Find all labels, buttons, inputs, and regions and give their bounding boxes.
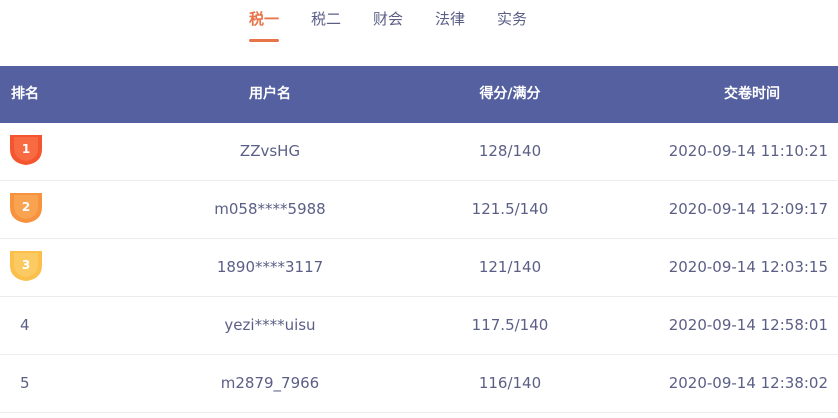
table-row: 4 yezi****uisu 117.5/140 2020-09-14 12:5… (0, 297, 838, 355)
score: 121.5/140 (471, 200, 549, 218)
tab-cai-hui[interactable]: 财会 (373, 8, 403, 30)
submit-time: 2020-09-14 12:03:15 (668, 258, 828, 276)
username: yezi****uisu (224, 316, 316, 334)
score: 128/140 (478, 142, 542, 160)
username: m058****5988 (214, 200, 326, 218)
score: 116/140 (478, 374, 542, 392)
table-row: 5 m2879_7966 116/140 2020-09-14 12:38:02 (0, 355, 838, 413)
medal-rank-number: 2 (21, 200, 31, 214)
medal-icon: 1 (10, 135, 42, 165)
medal-icon: 3 (10, 251, 42, 281)
header-username: 用户名 (249, 86, 291, 102)
header-submit-time: 交卷时间 (724, 86, 780, 102)
table-row: 3 1890****3117 121/140 2020-09-14 12:03:… (0, 239, 838, 297)
username: m2879_7966 (220, 374, 320, 392)
tab-shui-er[interactable]: 税二 (311, 8, 341, 30)
username: 1890****3117 (216, 258, 324, 276)
medal-rank-number: 1 (21, 142, 31, 156)
submit-time: 2020-09-14 12:09:17 (668, 200, 828, 218)
subject-tabs: 税一 税二 财会 法律 实务 (0, 0, 838, 66)
score: 117.5/140 (471, 316, 549, 334)
username: ZZvsHG (239, 142, 301, 160)
medal-icon: 2 (10, 193, 42, 223)
tab-shi-wu[interactable]: 实务 (497, 8, 527, 30)
submit-time: 2020-09-14 12:38:02 (668, 374, 828, 392)
submit-time: 2020-09-14 11:10:21 (668, 142, 828, 160)
rank-number: 4 (20, 316, 30, 334)
score: 121/140 (478, 258, 542, 276)
rank-number: 5 (20, 374, 30, 392)
submit-time: 2020-09-14 12:58:01 (668, 316, 828, 334)
tab-shui-yi[interactable]: 税一 (249, 8, 279, 30)
ranking-table-header: 排名 用户名 得分/满分 交卷时间 (0, 66, 838, 123)
header-rank: 排名 (11, 86, 39, 102)
header-score: 得分/满分 (479, 86, 541, 102)
active-tab-indicator (249, 39, 279, 42)
table-row: 2 m058****5988 121.5/140 2020-09-14 12:0… (0, 181, 838, 239)
tab-fa-lv[interactable]: 法律 (435, 8, 465, 30)
medal-rank-number: 3 (21, 258, 31, 272)
table-row: 1 ZZvsHG 128/140 2020-09-14 11:10:21 (0, 123, 838, 181)
